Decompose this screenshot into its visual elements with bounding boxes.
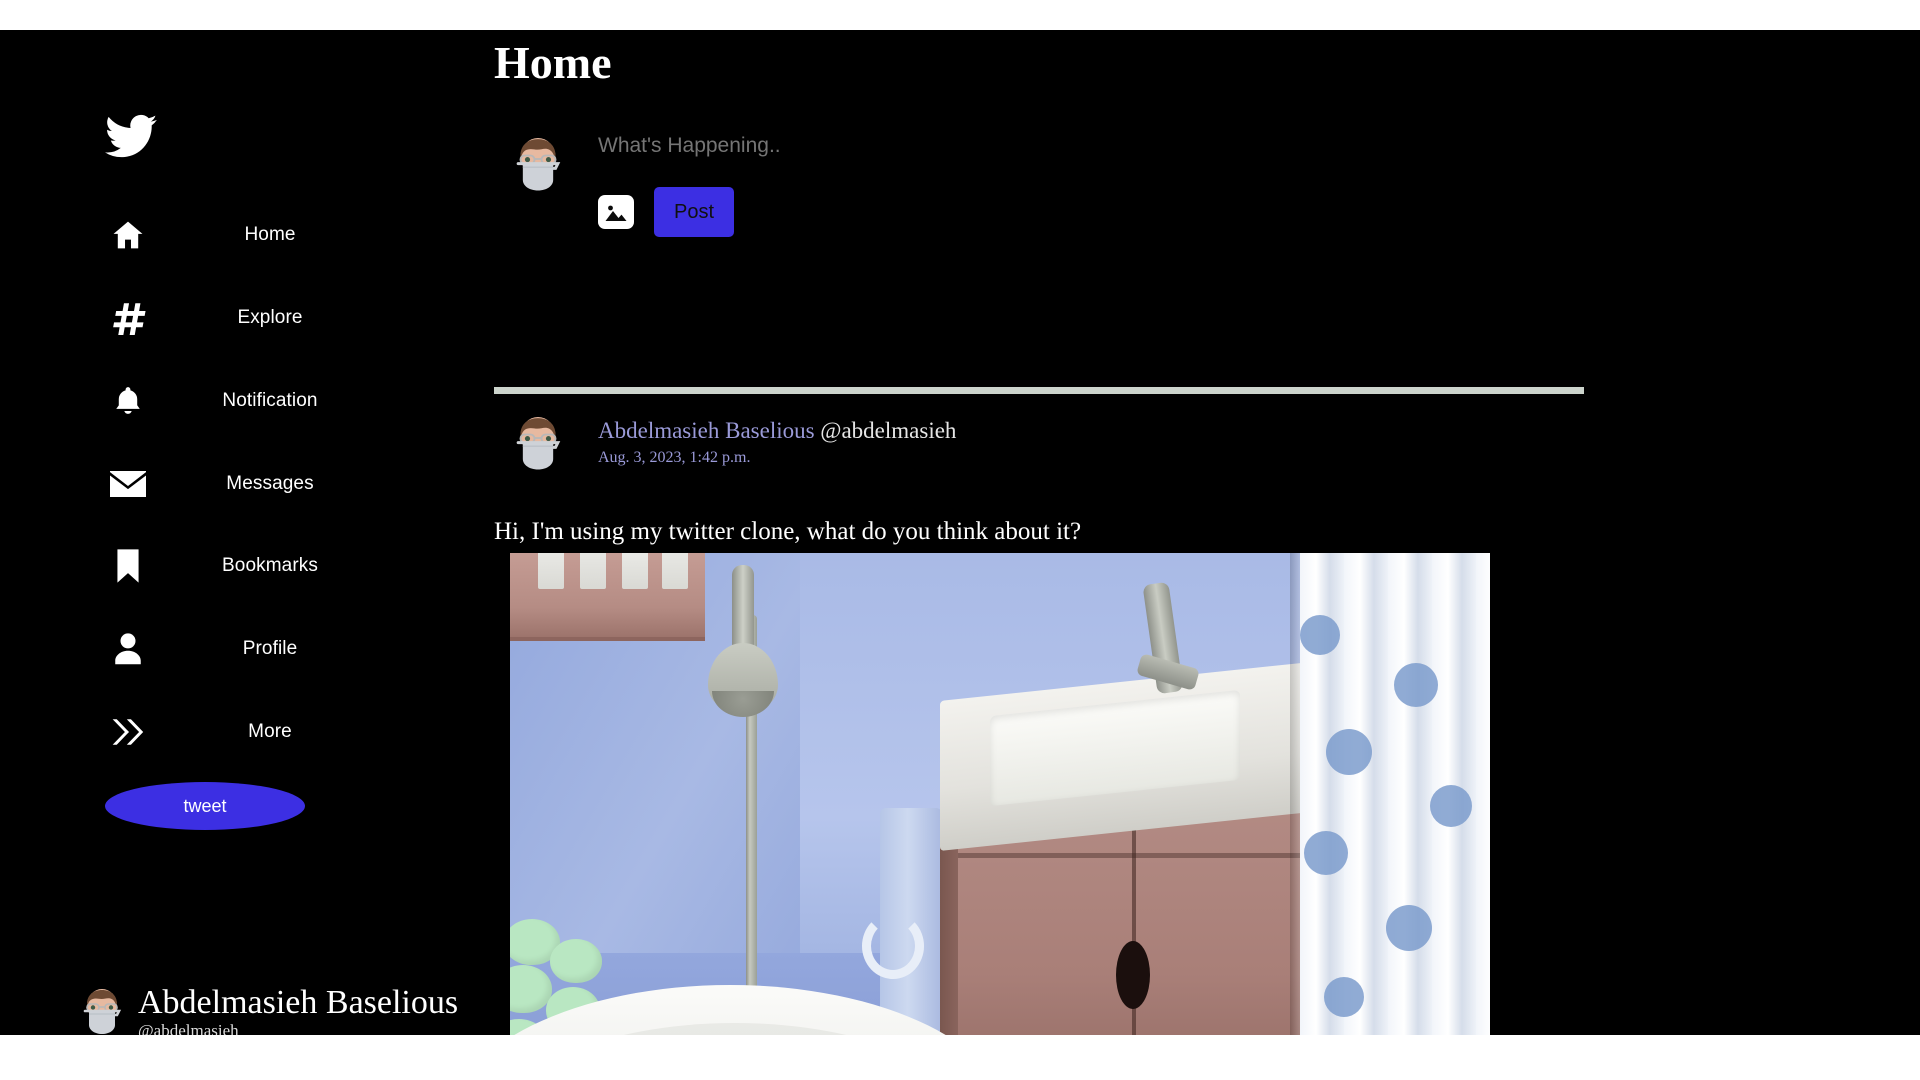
- bookmark-icon: [100, 543, 156, 589]
- avatar: [510, 412, 566, 478]
- cabinet-knob-hole: [1116, 941, 1150, 1009]
- image-upload-icon[interactable]: [598, 195, 634, 229]
- sidebar-item-label: Notification: [222, 390, 318, 411]
- app-root: Home Explore Notification Messages Bookm…: [0, 0, 1920, 1080]
- sidebar-item-explore[interactable]: Explore: [100, 291, 410, 345]
- post-button[interactable]: Post: [654, 187, 734, 237]
- tweet-button[interactable]: tweet: [105, 782, 305, 830]
- avatar: [510, 133, 566, 199]
- divider: [494, 387, 1584, 394]
- twitter-bird-icon[interactable]: [105, 110, 157, 162]
- hash-icon: [100, 295, 156, 341]
- shower-head: [688, 565, 798, 745]
- tweet-timestamp[interactable]: Aug. 3, 2023, 1:42 p.m.: [598, 447, 956, 469]
- double-chevron-right-icon: [100, 709, 156, 755]
- sidebar-item-home[interactable]: Home: [100, 208, 410, 262]
- page-title: Home: [494, 37, 612, 88]
- main-column: Home What's Happening.. Post Abdelmasieh…: [494, 30, 1920, 1035]
- towel-ring: [862, 913, 924, 979]
- home-icon: [100, 212, 156, 258]
- browser-viewport: Home Explore Notification Messages Bookm…: [0, 30, 1920, 1035]
- sidebar-item-more[interactable]: More: [100, 705, 410, 759]
- sidebar-profile-handle: @abdelmasieh: [138, 1021, 239, 1035]
- sidebar-item-label: More: [248, 721, 292, 742]
- tweet-composer: Post: [504, 133, 1204, 237]
- tweet-author-name[interactable]: Abdelmasieh Baselious: [598, 418, 815, 443]
- sidebar-item-label: Profile: [242, 638, 298, 659]
- avatar: [78, 985, 126, 1035]
- sidebar-profile-name: Abdelmasieh Baselious: [138, 984, 459, 1021]
- tweet-header: Abdelmasieh Baselious @abdelmasieh Aug. …: [504, 412, 956, 478]
- compose-input[interactable]: [598, 133, 1018, 159]
- sidebar-profile[interactable]: Abdelmasieh Baselious @abdelmasieh: [78, 985, 458, 1035]
- tweet-author-handle: @abdelmasieh: [820, 418, 957, 443]
- sidebar-item-label: Home: [244, 224, 296, 245]
- sidebar-item-label: Bookmarks: [222, 555, 318, 576]
- sidebar-item-notification[interactable]: Notification: [100, 374, 410, 428]
- tweet-attachment-image[interactable]: [510, 553, 1490, 1035]
- sidebar-item-label: Messages: [226, 473, 314, 494]
- sidebar-item-bookmarks[interactable]: Bookmarks: [100, 539, 410, 593]
- tweet-text: Hi, I'm using my twitter clone, what do …: [494, 518, 1082, 545]
- sidebar-nav: Home Explore Notification Messages Bookm…: [0, 30, 494, 1035]
- person-icon: [100, 626, 156, 672]
- envelope-icon: [100, 461, 156, 507]
- bell-icon: [100, 378, 156, 424]
- sidebar-item-messages[interactable]: Messages: [100, 457, 410, 511]
- sidebar-item-label: Explore: [237, 307, 303, 328]
- sidebar-item-profile[interactable]: Profile: [100, 622, 410, 676]
